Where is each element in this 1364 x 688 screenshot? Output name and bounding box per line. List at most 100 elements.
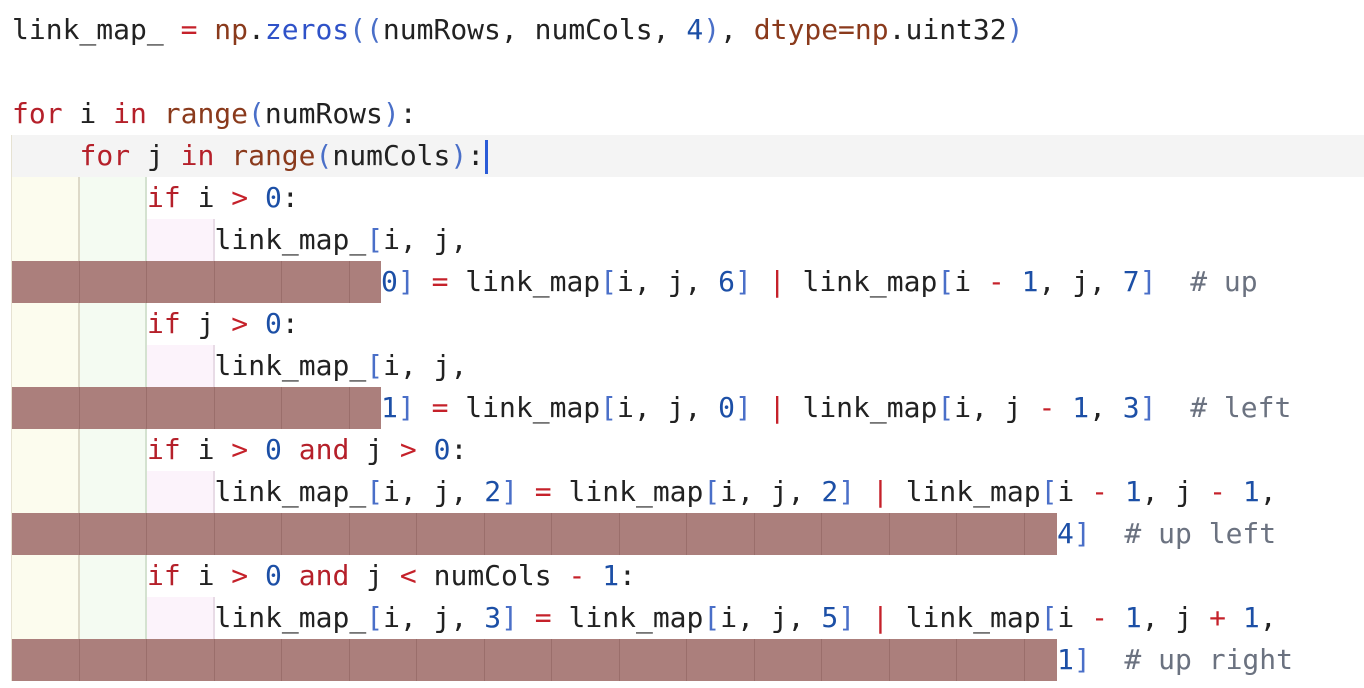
indent-band xyxy=(146,471,214,513)
code-token: ] xyxy=(1139,265,1157,298)
code-token: i xyxy=(954,265,988,298)
indent-guide xyxy=(145,219,147,261)
indent-divider xyxy=(146,387,147,429)
indent-divider xyxy=(821,513,822,555)
code-line-blank[interactable] xyxy=(0,51,1364,93)
indent-divider xyxy=(551,513,552,555)
code-token: ( xyxy=(248,97,265,130)
code-token: link_map_ xyxy=(214,349,367,382)
code-token: j xyxy=(130,139,181,172)
code-token: . xyxy=(248,13,265,46)
indent-divider xyxy=(146,513,147,555)
code-text: if i > 0: xyxy=(147,177,299,219)
indent-guide xyxy=(145,471,147,513)
code-token: i xyxy=(1057,601,1092,634)
code-line-for-i[interactable]: for i in range(numRows): xyxy=(0,93,1364,135)
code-text: link_map_ = np.zeros((numRows, numCols, … xyxy=(12,9,1024,51)
indent-band xyxy=(11,471,79,513)
code-token: 1 xyxy=(1124,475,1142,508)
code-token: link_map_ xyxy=(214,223,367,256)
code-token: # left xyxy=(1156,391,1292,424)
code-token: 4 xyxy=(686,13,704,46)
code-token: , xyxy=(1259,475,1277,508)
code-token: i, j, xyxy=(383,475,485,508)
indent-band xyxy=(78,597,146,639)
code-line-upright-b[interactable]: 1] # up right xyxy=(0,639,1364,681)
code-token: [ xyxy=(703,475,721,508)
indent-divider xyxy=(146,639,147,681)
code-line-if-i[interactable]: if i > 0: xyxy=(0,177,1364,219)
code-line-partial-top[interactable]: link_map_ = np.zeros((numRows, numCols, … xyxy=(0,9,1364,51)
code-line-left-b[interactable]: 1] = link_map[i, j, 0] | link_map[i, j -… xyxy=(0,387,1364,429)
code-token: , j, xyxy=(1038,265,1123,298)
code-token: ] xyxy=(838,601,856,634)
code-token: 1 xyxy=(1242,601,1260,634)
code-text: 0] = link_map[i, j, 6] | link_map[i - 1,… xyxy=(381,261,1258,303)
code-line-left-a[interactable]: link_map_[i, j, xyxy=(0,345,1364,387)
code-token: ] xyxy=(501,601,518,634)
code-token: if xyxy=(147,307,181,340)
code-token: ] xyxy=(397,265,415,298)
code-line-if-j[interactable]: if j > 0: xyxy=(0,303,1364,345)
code-token: , j xyxy=(1141,601,1210,634)
code-line-for-j[interactable]: for j in range(numCols): xyxy=(0,135,1364,177)
code-token: ] xyxy=(735,391,752,424)
indent-divider xyxy=(416,639,417,681)
indent-band xyxy=(78,429,146,471)
code-token: ) xyxy=(382,97,400,130)
code-token: - xyxy=(1209,475,1227,508)
indent-divider xyxy=(753,639,755,681)
code-line-if-ij[interactable]: if i > 0 and j > 0: xyxy=(0,429,1364,471)
code-line-upleft-b[interactable]: 4] # up left xyxy=(0,513,1364,555)
code-line-upleft-a[interactable]: link_map_[i, j, 2] = link_map[i, j, 2] |… xyxy=(0,471,1364,513)
code-token: [ xyxy=(366,349,384,382)
indent-guide xyxy=(77,219,80,261)
code-token: link_map xyxy=(802,391,938,424)
code-token: numCols xyxy=(332,139,451,172)
code-token: link_map xyxy=(465,391,601,424)
code-editor[interactable]: link_map_ = np.zeros((numRows, numCols, … xyxy=(0,0,1364,688)
code-token: - xyxy=(987,265,1005,298)
code-token: 0 xyxy=(265,559,282,592)
code-text: if i > 0 and j < numCols - 1: xyxy=(147,555,636,597)
code-token: 0 xyxy=(265,433,282,466)
code-token: [ xyxy=(366,475,384,508)
code-text: 1] # up right xyxy=(1057,639,1293,681)
code-line-up-b[interactable]: 0] = link_map[i, j, 6] | link_map[i - 1,… xyxy=(0,261,1364,303)
code-token: np xyxy=(214,13,249,46)
code-line-upright-a[interactable]: link_map_[i, j, 3] = link_map[i, j, 5] |… xyxy=(0,597,1364,639)
indent-guide xyxy=(145,345,147,387)
code-token: = xyxy=(414,391,466,424)
code-token: = xyxy=(163,13,215,46)
indent-band xyxy=(78,177,146,219)
code-token: and xyxy=(298,433,350,466)
indent-band xyxy=(78,471,146,513)
indent-divider xyxy=(483,639,485,681)
indent-divider xyxy=(146,261,147,303)
code-token: 1 xyxy=(1072,391,1090,424)
indent-divider xyxy=(348,387,350,429)
indent-divider xyxy=(888,639,890,681)
code-token: if xyxy=(147,181,181,214)
code-token: > xyxy=(231,181,249,214)
indent-divider xyxy=(281,639,282,681)
code-line-up-a[interactable]: link_map_[i, j, xyxy=(0,219,1364,261)
code-token: [ xyxy=(1040,601,1058,634)
indent-divider xyxy=(78,261,80,303)
indent-divider xyxy=(213,639,215,681)
indent-band xyxy=(146,219,214,261)
code-text: 4] # up left xyxy=(1057,513,1276,555)
code-token: ( xyxy=(315,139,333,172)
code-line-if-ij2[interactable]: if i > 0 and j < numCols - 1: xyxy=(0,555,1364,597)
indent-band xyxy=(11,177,79,219)
code-token: - xyxy=(1091,601,1108,634)
code-token: : xyxy=(619,559,636,592)
code-token: .uint32 xyxy=(888,13,1007,46)
